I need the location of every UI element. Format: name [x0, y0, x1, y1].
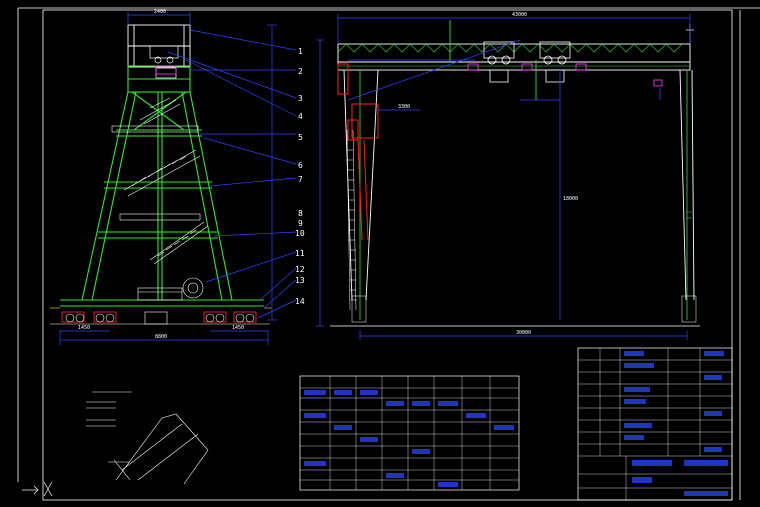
callout-11: 11: [295, 249, 305, 258]
callout-8: 8: [298, 209, 303, 218]
callout-9: 9: [298, 219, 303, 228]
callout-14: 14: [295, 297, 305, 306]
wheel-detail-view: [86, 391, 209, 485]
dim-left-top: 2400: [154, 9, 166, 15]
callout-3: 3: [298, 94, 303, 103]
dim-left-bottom-a: 1450: [78, 325, 90, 331]
ucs-axis-icon: [22, 481, 53, 497]
callout-7: 7: [298, 175, 303, 184]
dim-right-bottom-total: 30000: [516, 330, 531, 336]
callout-6: 6: [298, 161, 303, 170]
dim-left-bottom-total: 8800: [155, 334, 167, 340]
callout-labels: 1 2 3 4 5 6 7 8 9 10 11 12 13 14: [295, 47, 305, 306]
dim-right-height: 18000: [563, 196, 578, 202]
parameter-table: [299, 375, 520, 491]
cad-drawing-canvas[interactable]: 2400 8800 1450 1450 1 2 3 4 5 6 7 8 9 10…: [0, 0, 760, 507]
side-view-dimensions: [59, 12, 297, 345]
title-block: [577, 347, 733, 501]
dim-right-top-total: 43000: [512, 12, 527, 18]
dim-left-bottom-b: 1450: [232, 325, 244, 331]
callout-5: 5: [298, 133, 303, 142]
callout-1: 1: [298, 47, 303, 56]
dim-right-trolley: 3300: [398, 104, 410, 110]
callout-13: 13: [295, 276, 305, 285]
callout-12: 12: [295, 265, 305, 274]
front-elevation-view: [330, 20, 700, 327]
callout-2: 2: [298, 67, 303, 76]
callout-10: 10: [295, 229, 305, 238]
callout-4: 4: [298, 112, 303, 121]
